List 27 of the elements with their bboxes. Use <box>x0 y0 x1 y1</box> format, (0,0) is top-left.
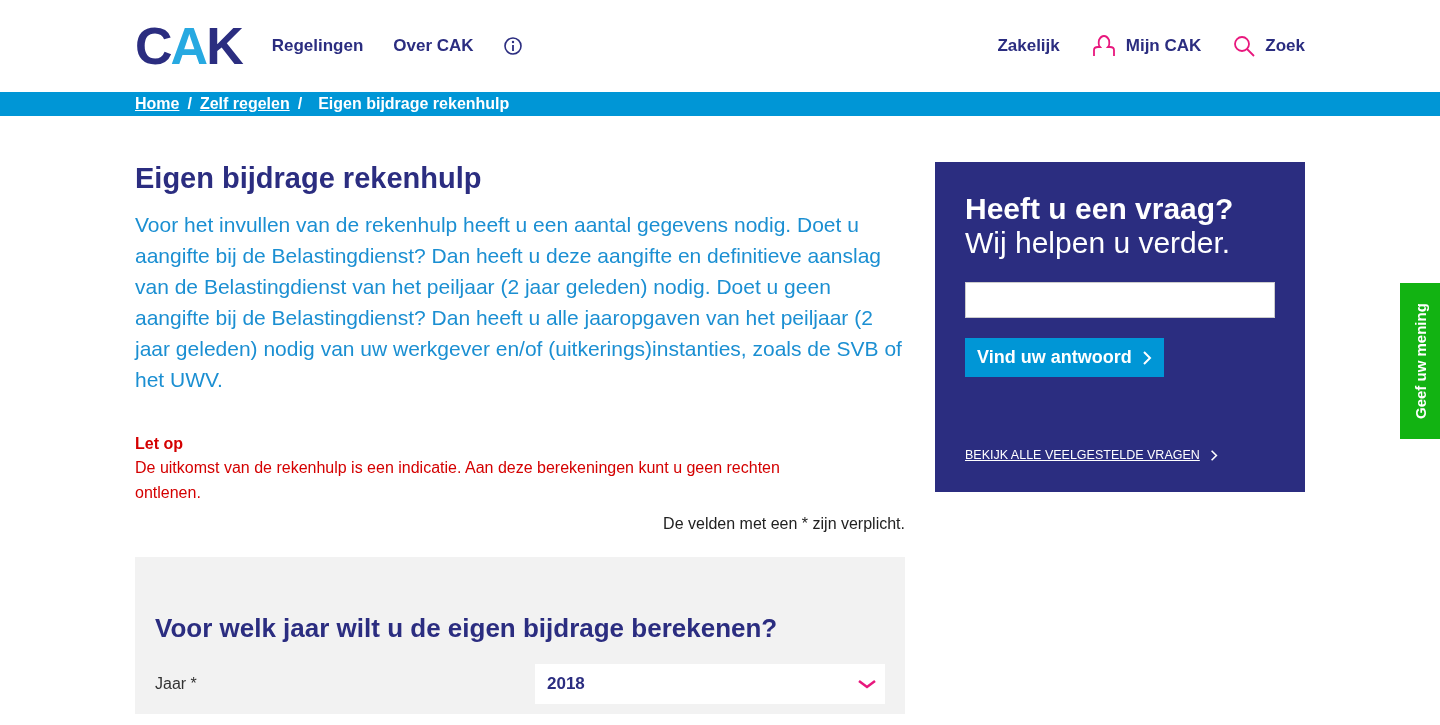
breadcrumb-separator: / <box>187 95 192 113</box>
nav-link[interactable]: Zakelijk <box>997 36 1060 56</box>
cak-logo[interactable]: CAK <box>135 20 242 72</box>
caret-icon <box>857 678 877 690</box>
form-heading: Voor welk jaar wilt u de eigen bijdrage berekenen? <box>155 613 779 644</box>
nav-link[interactable]: Mijn CAK <box>1091 35 1202 57</box>
year-dropdown[interactable]: 2018 <box>535 664 885 704</box>
notice-text: De uitkomst van de rekenhulp is een indicatie. Aan deze berekeningen kunt u geen rechten ontlenen. <box>135 458 781 503</box>
search-icon <box>1233 35 1256 57</box>
search-field[interactable] <box>965 282 1275 318</box>
breadcrumb-separator: / <box>297 95 303 113</box>
chevron-icon <box>1209 448 1218 462</box>
card-subtitle: Wij helpen u verder. <box>965 226 1232 260</box>
nav-link[interactable]: Zoek <box>1233 35 1305 57</box>
nav-link[interactable]: Regelingen <box>271 36 364 56</box>
card-title: Heeft u een vraag? <box>965 192 1235 226</box>
faq-link[interactable]: BEKIJK ALLE VEELGESTELDE VRAGEN <box>965 448 1200 462</box>
breadcrumb-current: Eigen bijdrage rekenhulp <box>318 95 510 113</box>
page-title: Eigen bijdrage rekenhulp <box>135 162 483 195</box>
nav-link[interactable]: Over CAK <box>393 36 474 56</box>
field-label: Jaar * <box>155 675 197 693</box>
info-icon[interactable] <box>503 37 522 55</box>
required-note: De velden met een * zijn verplicht. <box>662 515 905 533</box>
intro-text: Voor het invullen van de rekenhulp heeft u een aantal gegevens nodig. Doet u aangifte bij de Belastingdienst? Dan heeft u deze aangifte en definitieve aanslag van de Belastingdienst van het peiljaar (2 jaar geleden) nodig. Doet u geen aangifte bij de Belastingdienst? Dan heeft u alle jaaropgaven van het peiljaar (2 jaar geleden) nodig van uw werkgever en/of (uitkerings)instanties, zoals de SVB of het UWV. <box>135 212 903 393</box>
notice-title: Let op <box>135 435 184 453</box>
chevron-icon <box>1141 349 1152 366</box>
user-icon <box>1091 35 1116 57</box>
